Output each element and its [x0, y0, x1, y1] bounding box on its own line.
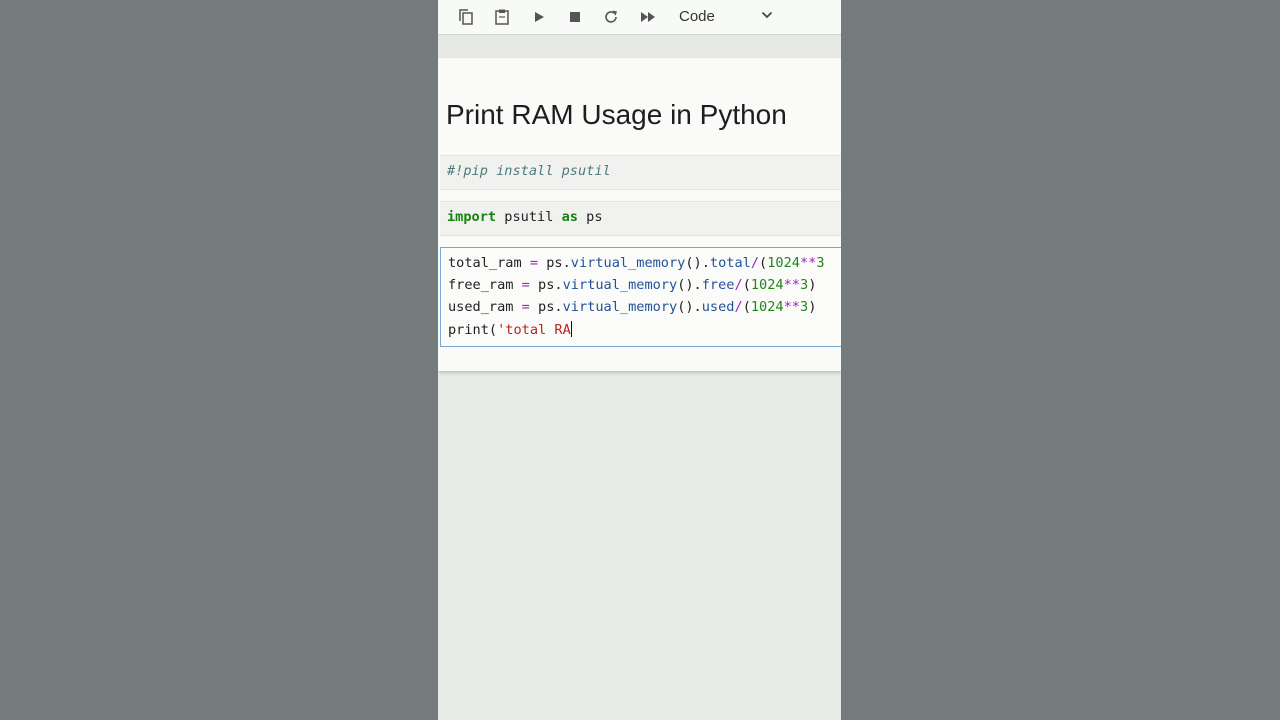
restart-run-all-button[interactable] [637, 6, 659, 28]
chevron-down-icon [761, 11, 773, 19]
punct-token: ( [742, 299, 751, 315]
punct-token: ( [742, 277, 751, 293]
operator-token: / [734, 277, 743, 293]
keyword-token: import [447, 209, 497, 225]
code-line: free_ram = ps.virtual_memory().free/(102… [448, 277, 816, 293]
property-token: virtual_memory [562, 299, 678, 315]
punct-token: ) [808, 277, 817, 293]
markdown-heading: Print RAM Usage in Python [446, 99, 787, 130]
code-cell-active[interactable]: total_ram = ps.virtual_memory().total/(1… [440, 247, 841, 347]
operator-token: = [529, 255, 539, 271]
comment-token: #!pip install psutil [447, 163, 611, 179]
restart-button[interactable] [600, 6, 622, 28]
alias-token: ps [577, 209, 603, 225]
code-line: print('total RA [448, 321, 572, 338]
code-line: total_ram = ps.virtual_memory().total/(1… [448, 255, 825, 271]
notebook-viewport: Code Print RAM Usage in Python #!pip ins… [438, 0, 841, 720]
operator-token: / [750, 255, 760, 271]
property-token: total [709, 255, 751, 271]
number-token: 1024 [750, 299, 784, 315]
function-token: print( [448, 322, 498, 338]
clipboard-icon [495, 9, 509, 25]
operator-token: ** [783, 277, 800, 293]
object-token: ps. [529, 299, 563, 315]
copy-button[interactable] [455, 6, 477, 28]
variable-token: free_ram [448, 277, 522, 293]
object-token: ps. [529, 277, 563, 293]
operator-token: ** [783, 299, 800, 315]
property-token: virtual_memory [562, 277, 678, 293]
copy-icon [459, 9, 473, 25]
operator-token: / [734, 299, 743, 315]
variable-token: total_ram [448, 255, 530, 271]
operator-token: = [521, 277, 530, 293]
punct-token: ( [759, 255, 768, 271]
punct-token: ) [808, 299, 817, 315]
code-line: used_ram = ps.virtual_memory().used/(102… [448, 299, 816, 315]
text-cursor [570, 321, 572, 337]
operator-token: = [521, 299, 530, 315]
number-token: 3 [816, 255, 825, 271]
stop-button[interactable] [564, 6, 586, 28]
paste-button[interactable] [491, 6, 513, 28]
notebook-toolbar: Code [438, 0, 841, 35]
property-token: free [701, 277, 735, 293]
number-token: 3 [800, 277, 809, 293]
number-token: 3 [800, 299, 809, 315]
property-token: used [701, 299, 735, 315]
property-token: virtual_memory [570, 255, 686, 271]
code-line: #!pip install psutil [447, 163, 611, 179]
object-token: ps. [538, 255, 571, 271]
toolbar-gap [438, 35, 841, 58]
run-button[interactable] [528, 6, 550, 28]
cell-type-value: Code [679, 8, 715, 25]
play-icon [535, 12, 544, 22]
code-line: import psutil as ps [447, 209, 603, 225]
punct-token: (). [677, 277, 702, 293]
number-token: 1024 [767, 255, 800, 271]
module-token: psutil [496, 209, 562, 225]
string-token: 'total RA [497, 322, 571, 338]
punct-token: (). [677, 299, 702, 315]
punct-token: (). [685, 255, 710, 271]
stop-icon [570, 12, 580, 22]
code-cell-import[interactable]: import psutil as ps [440, 201, 841, 236]
cell-type-select[interactable]: Code [671, 6, 781, 28]
refresh-icon [605, 10, 617, 23]
fast-forward-icon [641, 12, 655, 22]
operator-token: ** [799, 255, 817, 271]
variable-token: used_ram [448, 299, 522, 315]
code-cell-pip[interactable]: #!pip install psutil [440, 155, 841, 190]
keyword-token: as [561, 209, 578, 225]
number-token: 1024 [750, 277, 784, 293]
notebook-panel: Print RAM Usage in Python #!pip install … [438, 58, 841, 371]
